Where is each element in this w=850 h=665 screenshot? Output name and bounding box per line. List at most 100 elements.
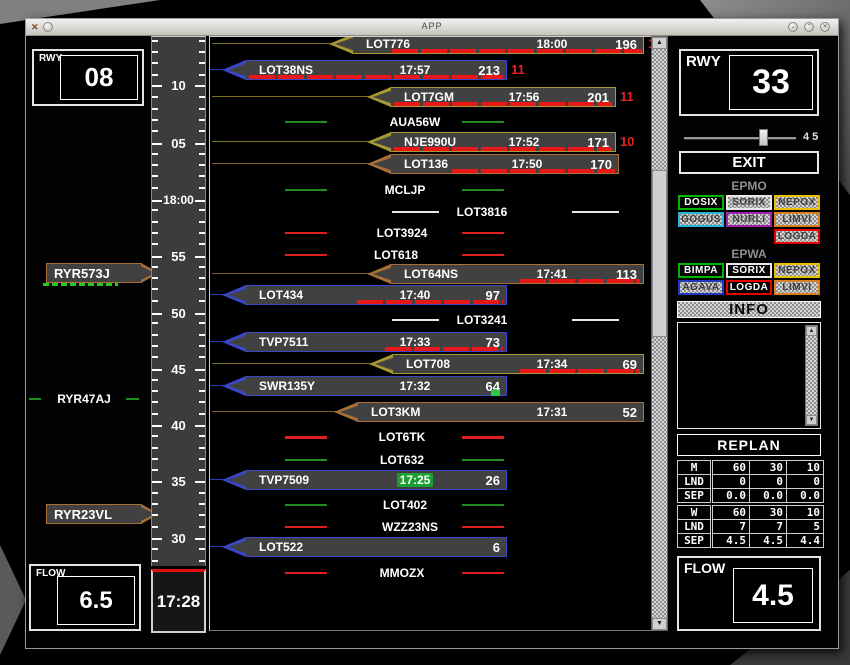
departure-tag-callsign[interactable]: RYR47AJ bbox=[57, 392, 111, 406]
replan-cell: 0 bbox=[787, 475, 824, 489]
flow-slider-thumb[interactable] bbox=[759, 129, 768, 146]
flight-strip[interactable]: LOT5226 bbox=[245, 537, 507, 557]
flight-strip-row: LOT13617:50170 bbox=[210, 154, 651, 174]
ruler-minor-tick bbox=[199, 62, 205, 64]
flight-strip-row: NJE990U17:5217110 bbox=[210, 132, 651, 152]
ruler-minor-tick bbox=[152, 548, 158, 550]
replan-cell: 10 bbox=[787, 461, 824, 475]
flight-label-row[interactable]: LOT618 bbox=[210, 245, 651, 265]
ruler-minor-tick bbox=[199, 345, 205, 347]
delay-bar bbox=[357, 300, 503, 304]
waypoint-button-nepox[interactable]: NEPOX bbox=[774, 195, 820, 210]
info-scroll-down-icon[interactable]: ▼ bbox=[806, 415, 817, 425]
main-scrollbar[interactable]: ▲ ▼ bbox=[651, 36, 668, 631]
flight-dash bbox=[285, 189, 327, 191]
waypoint-button-limvi[interactable]: LIMVI bbox=[774, 212, 820, 227]
close-icon[interactable]: ✕ bbox=[820, 22, 830, 32]
info-box: ▲ ▼ bbox=[677, 322, 821, 429]
ruler-minor-tick bbox=[152, 300, 158, 302]
waypoint-button-agava[interactable]: AGAVA bbox=[678, 280, 724, 295]
ruler-label: 30 bbox=[152, 531, 205, 546]
waypoint-button-dosix[interactable]: DOSIX bbox=[678, 195, 724, 210]
ruler-minor-tick bbox=[152, 401, 158, 403]
waypoint-button-logda[interactable]: LOGDA bbox=[726, 280, 772, 295]
replan-header: REPLAN bbox=[677, 434, 821, 456]
departure-tag-strip[interactable]: RYR23VL bbox=[46, 504, 142, 524]
replan-row-header: SEP bbox=[678, 489, 712, 503]
ruler-minor-tick bbox=[199, 300, 205, 302]
app-window: ✕ APP ⌄ ⌃ ✕ RWY 08 RYR573JRYR47AJRYR23VL… bbox=[25, 18, 839, 649]
scroll-up-icon[interactable]: ▲ bbox=[652, 37, 667, 49]
ruler-minor-tick bbox=[152, 40, 158, 42]
flight-label-row[interactable]: MMOZX bbox=[210, 563, 651, 583]
flight-timeline-area: LOT77618:0019615LOT38NS17:5721311LOT7GM1… bbox=[209, 36, 651, 631]
ruler-minor-tick bbox=[199, 492, 205, 494]
flight-label-row[interactable]: LOT3241 bbox=[210, 310, 651, 330]
departure-tag-strip[interactable]: RYR573J bbox=[46, 263, 142, 283]
ruler-minor-tick bbox=[152, 51, 158, 53]
ruler-minor-tick bbox=[152, 469, 158, 471]
ruler-minor-tick bbox=[199, 164, 205, 166]
flight-strip[interactable]: LOT3KM17:3152 bbox=[357, 402, 644, 422]
waypoint-button-gogus[interactable]: GOGUS bbox=[678, 212, 724, 227]
flight-label-row[interactable]: LOT3924 bbox=[210, 223, 651, 243]
flight-dash bbox=[462, 504, 504, 506]
flight-label-row[interactable]: LOT6TK bbox=[210, 427, 651, 447]
replan-cell: 0.0 bbox=[750, 489, 787, 503]
ruler-label: 50 bbox=[152, 306, 205, 321]
ruler-minor-tick bbox=[152, 435, 158, 437]
timeline-ruler: 100518:00555045403530 bbox=[151, 36, 206, 566]
flight-dash bbox=[392, 211, 439, 213]
flight-time: 17:31 bbox=[521, 405, 583, 419]
flight-dash bbox=[462, 459, 504, 461]
ruler-minor-tick bbox=[199, 119, 205, 121]
flight-strip[interactable]: SWR135Y17:3264 bbox=[245, 376, 507, 396]
flight-label-row[interactable]: AUA56W bbox=[210, 112, 651, 132]
ruler-minor-tick bbox=[199, 514, 205, 516]
leader-line bbox=[212, 363, 371, 364]
leader-line bbox=[212, 141, 369, 142]
info-scrollbar[interactable]: ▲ ▼ bbox=[805, 325, 818, 426]
delay-bar bbox=[394, 147, 612, 151]
flight-callsign: MCLJP bbox=[385, 183, 426, 197]
flight-dash bbox=[462, 436, 504, 439]
flight-label-row[interactable]: LOT3816 bbox=[210, 202, 651, 222]
ruler-minor-tick bbox=[152, 390, 158, 392]
flight-strip-row: LOT70817:3469 bbox=[210, 354, 651, 374]
ruler-minor-tick bbox=[199, 356, 205, 358]
flow-slider-track[interactable] bbox=[684, 137, 796, 139]
exit-button[interactable]: EXIT bbox=[679, 151, 819, 174]
flight-label-row[interactable]: LOT632 bbox=[210, 450, 651, 470]
waypoint-button-logda[interactable]: LOGDA bbox=[774, 229, 820, 244]
current-time: 17:28 bbox=[157, 592, 200, 612]
left-flow-box: FLOW 6.5 bbox=[29, 564, 141, 631]
minimize-icon[interactable]: ⌄ bbox=[788, 22, 798, 32]
flight-dash bbox=[462, 572, 504, 574]
waypoint-button-limvi[interactable]: LIMVI bbox=[774, 280, 820, 295]
ruler-minor-tick bbox=[199, 469, 205, 471]
scroll-down-icon[interactable]: ▼ bbox=[652, 618, 667, 630]
flight-callsign: LOT708 bbox=[406, 357, 521, 371]
flight-label-row[interactable]: MCLJP bbox=[210, 180, 651, 200]
maximize-icon[interactable]: ⌃ bbox=[804, 22, 814, 32]
flight-label-row[interactable]: WZZ23NS bbox=[210, 517, 651, 537]
waypoint-button-sorix[interactable]: SORIX bbox=[726, 195, 772, 210]
waypoint-button-nurli[interactable]: NURLI bbox=[726, 212, 772, 227]
flight-callsign: LOT522 bbox=[259, 540, 384, 554]
scrollbar-thumb[interactable] bbox=[652, 170, 667, 337]
delay-bar bbox=[385, 347, 503, 351]
flight-dash bbox=[285, 459, 327, 461]
flight-strip[interactable]: TVP750917:2526 bbox=[245, 470, 507, 490]
info-header[interactable]: INFO bbox=[677, 301, 821, 318]
info-scroll-up-icon[interactable]: ▲ bbox=[806, 326, 817, 336]
ruler-minor-tick bbox=[199, 243, 205, 245]
ruler-minor-tick bbox=[152, 322, 158, 324]
flight-label-row[interactable]: LOT402 bbox=[210, 495, 651, 515]
current-time-box: 17:28 bbox=[151, 569, 206, 633]
replan-cell: 7 bbox=[712, 520, 750, 534]
waypoint-button-bimpa[interactable]: BIMPA bbox=[678, 263, 724, 278]
waypoint-button-sorix[interactable]: SORIX bbox=[726, 263, 772, 278]
waypoint-button-nepox[interactable]: NEPOX bbox=[774, 263, 820, 278]
replan-cell: 7 bbox=[750, 520, 787, 534]
ruler-label: 45 bbox=[152, 362, 205, 377]
